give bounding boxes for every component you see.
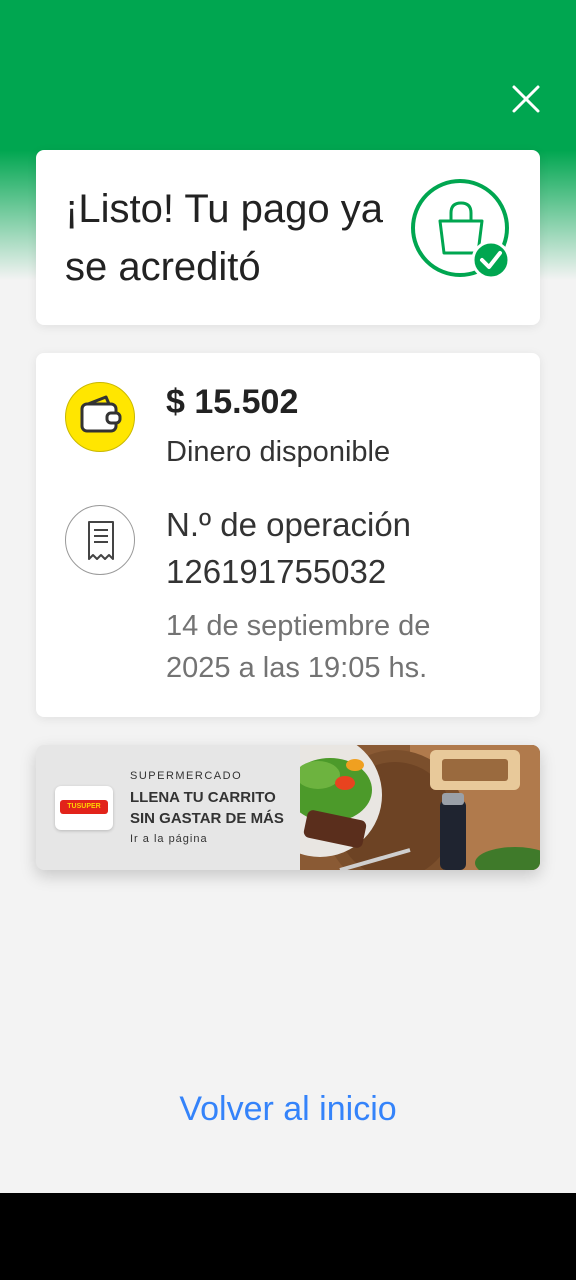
banner-link[interactable]: Ir a la página <box>130 833 208 845</box>
wallet-avatar <box>65 382 135 452</box>
supermarket-logo: TUSUPER <box>55 786 113 830</box>
close-button[interactable] <box>505 80 545 120</box>
operation-label: N.º de operación <box>166 506 412 543</box>
confirmation-card: ¡Listo! Tu pago ya se acreditó <box>36 150 540 325</box>
close-icon <box>512 85 540 113</box>
receipt-icon <box>88 521 114 560</box>
operation-number: 126191755032 <box>166 553 387 590</box>
operation-date: 14 de septiembre de 2025 a las 19:05 hs. <box>166 610 431 684</box>
shopping-bag-check-icon <box>411 179 511 280</box>
system-navigation-bar <box>0 1193 576 1280</box>
balance-amount: $ 15.502 <box>166 383 299 421</box>
page-title: ¡Listo! Tu pago ya se acreditó <box>65 187 383 289</box>
supermarket-promo-banner[interactable]: TUSUPER SUPERMERCADO LLENA TU CARRITO SI… <box>36 745 540 870</box>
banner-kicker: SUPERMERCADO <box>130 770 243 782</box>
back-to-home-link[interactable]: Volver al inicio <box>0 1090 576 1129</box>
banner-headline: LLENA TU CARRITO SIN GASTAR DE MÁS <box>130 789 284 827</box>
wallet-icon <box>80 395 122 433</box>
balance-label: Dinero disponible <box>166 436 391 468</box>
payment-details-card: $ 15.502 Dinero disponible N.º de operac… <box>36 353 540 717</box>
receipt-avatar <box>65 505 135 575</box>
food-photo <box>300 745 540 870</box>
